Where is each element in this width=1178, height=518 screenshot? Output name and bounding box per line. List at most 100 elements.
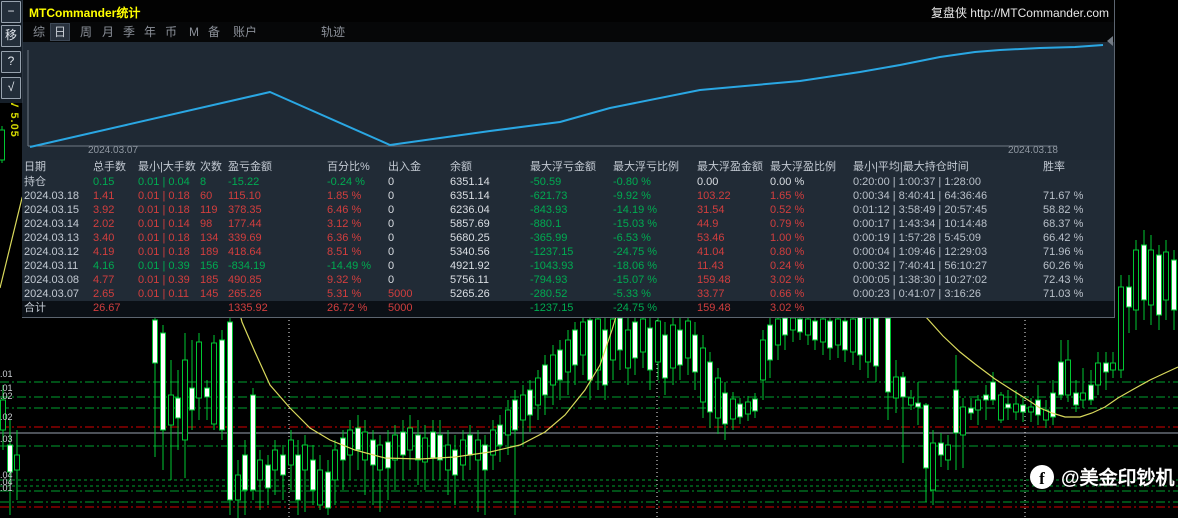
table-cell: -621.73 <box>530 190 568 202</box>
price-label: .01 <box>0 369 13 379</box>
equity-end-date: 2024.03.18 <box>1007 145 1058 156</box>
table-cell: 0 <box>388 204 395 216</box>
table-cell: 最小|平均|最大持仓时间 <box>853 161 969 173</box>
table-cell: 5000 <box>388 302 413 314</box>
table-cell: 4.77 <box>93 274 115 286</box>
table-cell: 4.16 <box>93 260 115 272</box>
panel-title-bar[interactable]: MTCommander统计 复盘侠 http://MTCommander.com <box>22 0 1114 22</box>
table-cell: 134 <box>200 232 219 244</box>
table-cell: 持仓 <box>24 176 46 188</box>
tab-daily[interactable]: 日 <box>51 24 70 40</box>
table-cell: 0 <box>388 190 395 202</box>
table-cell: 103.22 <box>697 190 731 202</box>
table-cell: 5680.25 <box>450 232 490 244</box>
equity-chart: 2024.03.07 2024.03.18 <box>22 42 1114 160</box>
table-cell: 189 <box>200 246 219 258</box>
equity-line <box>29 44 1104 148</box>
table-cell: 0.80 % <box>770 246 805 258</box>
table-cell: 53.46 <box>697 232 725 244</box>
table-cell: 0 <box>388 274 395 286</box>
table-cell: 百分比% <box>327 161 370 173</box>
table-cell: 9.32 % <box>327 274 362 286</box>
panel-resize-icon[interactable] <box>1107 36 1113 46</box>
table-cell: 185 <box>200 274 219 286</box>
tab-track[interactable]: 轨迹 <box>318 24 348 40</box>
table-cell: -15.07 % <box>613 274 658 286</box>
table-row: 2024.03.15 3.92 0.01 | 0.18 119 378.35 6.46 %… <box>22 203 1114 217</box>
table-cell: 0 <box>388 246 395 258</box>
table-cell: 6.36 % <box>327 232 362 244</box>
table-cell: -834.19 <box>228 260 266 272</box>
table-cell: 2.02 <box>93 218 115 230</box>
table-cell: -15.03 % <box>613 218 658 230</box>
stats-panel: MTCommander统计 复盘侠 http://MTCommander.com… <box>22 0 1115 318</box>
table-cell: 0.79 % <box>770 218 805 230</box>
table-cell: 0 <box>388 218 395 230</box>
table-cell: 0:00:23 | 0:41:07 | 3:16:26 <box>853 288 982 300</box>
tab-yearly[interactable]: 年 <box>141 24 159 40</box>
table-cell: 余额 <box>450 161 472 173</box>
watermark: f @美金印钞机 <box>1030 463 1175 490</box>
table-cell: 98 <box>200 218 213 230</box>
table-cell: 1.85 % <box>327 190 362 202</box>
table-row: 2024.03.07 2.65 0.01 | 0.11 145 265.26 5.31 %… <box>22 287 1114 301</box>
table-row: 2024.03.08 4.77 0.01 | 0.39 185 490.85 9.32 %… <box>22 273 1114 287</box>
mt-terminal-root: .01.01.02.02.03.04.04.01 V 5.05 f @美金印钞机… <box>0 0 1178 518</box>
tab-currency[interactable]: 币 <box>162 24 180 40</box>
table-cell: 3.02 % <box>770 302 805 314</box>
table-cell: 6236.04 <box>450 204 490 216</box>
table-cell: -24.75 % <box>613 246 658 258</box>
price-label: .02 <box>0 412 13 422</box>
table-cell: 6.46 % <box>327 204 362 216</box>
move-tool-button[interactable]: 移 <box>1 25 21 47</box>
table-cell: 0 <box>388 260 395 272</box>
tab-summary[interactable]: 综 <box>30 24 48 40</box>
table-row: 2024.03.12 4.19 0.01 | 0.18 189 418.64 8.51 %… <box>22 245 1114 259</box>
table-cell: 115.10 <box>228 190 261 202</box>
table-cell: 159.48 <box>697 274 731 286</box>
table-cell: 156 <box>200 260 219 272</box>
table-cell: 265.26 <box>228 288 262 300</box>
table-cell: 71.67 % <box>1043 190 1084 202</box>
table-cell: 5.31 % <box>327 288 362 300</box>
table-cell: 44.9 <box>697 218 719 230</box>
table-cell: 最大浮盈金额 <box>697 161 763 173</box>
table-cell: 71.96 % <box>1043 246 1084 258</box>
table-cell: -1043.93 <box>530 260 574 272</box>
table-cell: 490.85 <box>228 274 262 286</box>
table-cell: 次数 <box>200 161 222 173</box>
table-cell: 339.69 <box>228 232 262 244</box>
table-cell: 5265.26 <box>450 288 490 300</box>
table-cell: 41.04 <box>697 246 725 258</box>
table-cell: 60 <box>200 190 213 202</box>
table-cell: -280.52 <box>530 288 568 300</box>
table-cell: 日期 <box>24 161 46 173</box>
minimize-button[interactable]: − <box>1 1 21 23</box>
table-cell: 0.01 | 0.18 <box>138 246 190 258</box>
table-cell: 2.65 <box>93 288 115 300</box>
table-cell: -1237.15 <box>530 302 574 314</box>
table-cell: 0:00:19 | 1:57:28 | 5:45:09 <box>853 232 982 244</box>
table-cell: 33.77 <box>697 288 725 300</box>
tab-notes[interactable]: 备 <box>205 24 223 40</box>
table-cell: -880.1 <box>530 218 562 230</box>
tab-monthly[interactable]: 月 <box>99 24 117 40</box>
table-cell <box>450 301 530 317</box>
tab-account[interactable]: 账户 <box>230 24 260 40</box>
table-header-row: 日期 总手数 最小|大手数 次数 盈亏金额 百分比% 出入金 余额 最大浮亏金额 最大浮亏比例 最大… <box>22 160 1114 175</box>
table-cell: -5.33 % <box>613 288 651 300</box>
tab-weekly[interactable]: 周 <box>77 24 95 40</box>
equity-start-date: 2024.03.07 <box>88 145 139 156</box>
table-cell: 11.43 <box>697 260 724 272</box>
table-cell: 5857.69 <box>450 218 490 230</box>
table-cell: 26.72 % <box>327 302 368 314</box>
help-button[interactable]: ? <box>1 51 21 73</box>
confirm-button[interactable]: √ <box>1 77 21 99</box>
table-cell: 0.00 <box>697 176 719 188</box>
watermark-handle: @美金印钞机 <box>1061 468 1175 489</box>
tab-quarterly[interactable]: 季 <box>120 24 138 40</box>
tab-m[interactable]: M <box>186 24 202 40</box>
table-cell: 68.37 % <box>1043 218 1084 230</box>
table-cell: 总手数 <box>93 161 126 173</box>
table-cell: 0:20:00 | 1:00:37 | 1:28:00 <box>853 176 982 188</box>
